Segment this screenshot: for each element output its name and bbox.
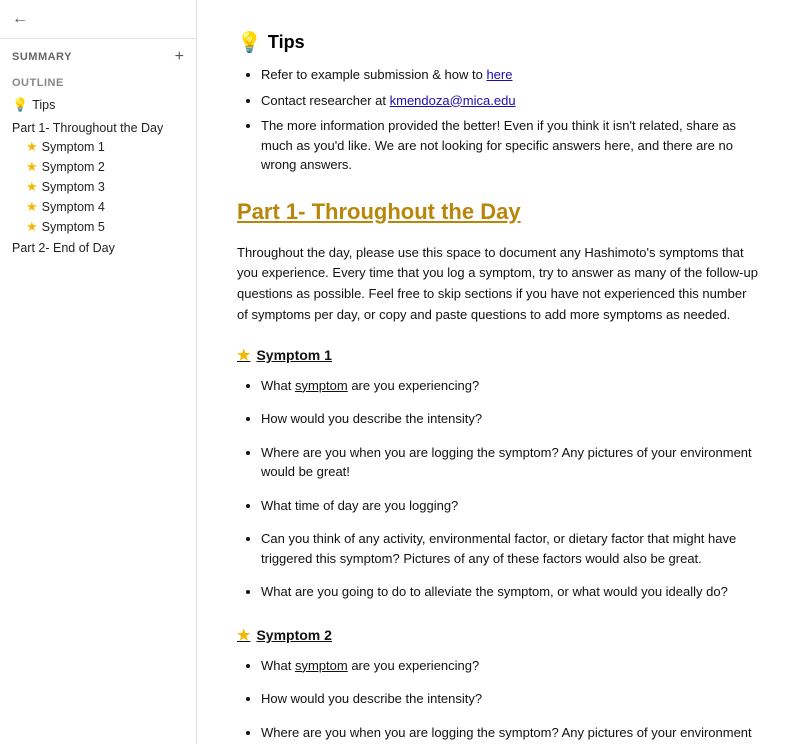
symptom2-q3: Where are you when you are logging the s… <box>261 723 760 744</box>
sidebar-item-tips[interactable]: 💡 Tips <box>12 95 184 117</box>
symptom2-heading: ★ Symptom 2 <box>237 626 760 644</box>
part1-description: Throughout the day, please use this spac… <box>237 243 760 326</box>
main-content: 💡 Tips Refer to example submission & how… <box>197 0 800 744</box>
star-icon: ★ <box>26 179 38 195</box>
symptom-list: ★ Symptom 1 ★ Symptom 2 ★ Symptom 3 ★ Sy… <box>12 137 184 237</box>
outline-section: OUTLINE 💡 Tips Part 1- Throughout the Da… <box>0 71 196 261</box>
sidebar-item-symptom2[interactable]: ★ Symptom 2 <box>26 157 184 177</box>
star-icon: ★ <box>26 219 38 235</box>
back-button[interactable]: ← <box>12 10 28 28</box>
star-icon: ★ <box>26 199 38 215</box>
here-link[interactable]: here <box>486 67 512 82</box>
summary-section: SUMMARY + <box>0 39 196 71</box>
sidebar: ← SUMMARY + OUTLINE 💡 Tips Part 1- Throu… <box>0 0 197 744</box>
sidebar-part1-label[interactable]: Part 1- Throughout the Day <box>12 117 184 137</box>
star-icon: ★ <box>26 139 38 155</box>
symptom2-star-icon: ★ <box>237 626 250 644</box>
sidebar-item-symptom3[interactable]: ★ Symptom 3 <box>26 177 184 197</box>
summary-label: SUMMARY <box>12 51 72 63</box>
tips-item-1: Refer to example submission & how to her… <box>261 65 760 85</box>
sidebar-top: ← <box>0 0 196 39</box>
symptom2-q1: What symptom are you experiencing? <box>261 656 760 676</box>
outline-label: OUTLINE <box>12 77 184 89</box>
add-button[interactable]: + <box>175 49 184 65</box>
part1-heading: Part 1- Throughout the Day <box>237 199 760 229</box>
tips-list: Refer to example submission & how to her… <box>237 65 760 175</box>
star-icon: ★ <box>26 159 38 175</box>
sidebar-item-symptom5[interactable]: ★ Symptom 5 <box>26 217 184 237</box>
symptom1-q2: How would you describe the intensity? <box>261 409 760 429</box>
tips-item-2: Contact researcher at kmendoza@mica.edu <box>261 91 760 111</box>
tips-item-3: The more information provided the better… <box>261 116 760 175</box>
sidebar-item-symptom4[interactable]: ★ Symptom 4 <box>26 197 184 217</box>
symptom2-q2: How would you describe the intensity? <box>261 689 760 709</box>
symptom2-questions: What symptom are you experiencing? How w… <box>237 656 760 744</box>
bulb-icon: 💡 <box>12 97 28 113</box>
symptom1-q1: What symptom are you experiencing? <box>261 376 760 396</box>
symptom1-star-icon: ★ <box>237 346 250 364</box>
symptom1-q5: Can you think of any activity, environme… <box>261 529 760 568</box>
symptom1-q3: Where are you when you are logging the s… <box>261 443 760 482</box>
tips-heading: 💡 Tips <box>237 30 760 55</box>
symptom1-heading: ★ Symptom 1 <box>237 346 760 364</box>
symptom1-q6: What are you going to do to alleviate th… <box>261 582 760 602</box>
sidebar-part2-label[interactable]: Part 2- End of Day <box>12 237 184 257</box>
symptom1-questions: What symptom are you experiencing? How w… <box>237 376 760 602</box>
sidebar-item-symptom1[interactable]: ★ Symptom 1 <box>26 137 184 157</box>
email-link[interactable]: kmendoza@mica.edu <box>390 93 516 108</box>
tips-bulb-icon: 💡 <box>237 30 262 55</box>
symptom1-q4: What time of day are you logging? <box>261 496 760 516</box>
